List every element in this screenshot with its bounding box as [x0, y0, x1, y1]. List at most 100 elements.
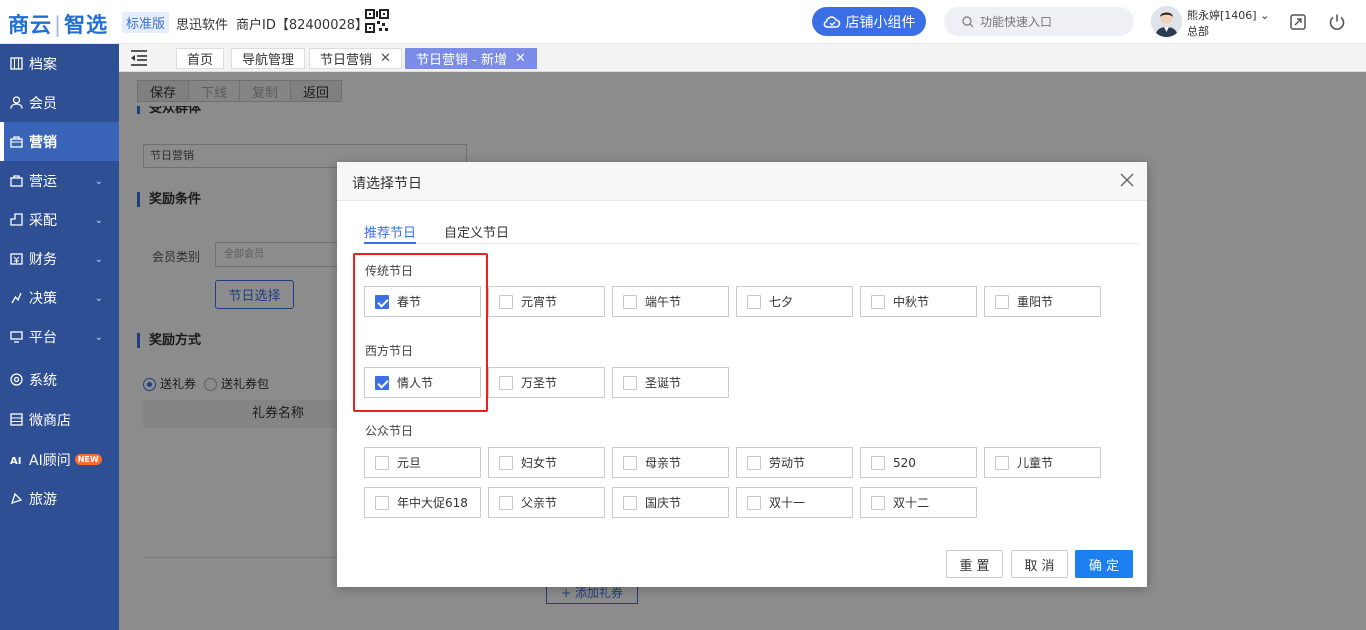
close-icon[interactable]: ✕ [515, 51, 526, 66]
close-icon[interactable]: ✕ [380, 51, 391, 66]
shop-icon [10, 413, 23, 426]
logo-text-left: 商云 [8, 13, 52, 37]
sidebar-item-label: 会员 [29, 95, 57, 112]
chevron-down-icon: ⌄ [94, 293, 103, 304]
sidebar-item-label: 微商店 [29, 412, 71, 429]
sidebar-item-shop[interactable]: 微商店 [0, 400, 119, 439]
holiday-option-mothers-day[interactable]: 母亲节 [612, 447, 729, 478]
checkbox[interactable] [871, 294, 885, 309]
avatar[interactable] [1151, 6, 1182, 37]
holiday-option-618[interactable]: 年中大促618 [364, 487, 481, 518]
checkbox[interactable] [375, 455, 389, 470]
tab-recommended-holidays[interactable]: 推荐节日 [364, 222, 417, 244]
chevron-down-icon: ⌄ [94, 215, 103, 226]
sidebar-item-label: AI顾问 [29, 452, 71, 469]
checkbox[interactable] [375, 375, 389, 390]
company-name: 思迅软件 [176, 18, 229, 33]
confirm-button[interactable]: 确 定 [1075, 550, 1133, 578]
chevron-down-icon: ⌄ [94, 332, 103, 343]
tab-holiday-marketing-new[interactable]: 节日营销 - 新增 ✕ [405, 48, 537, 69]
holiday-option-mid-autumn[interactable]: 中秋节 [860, 286, 977, 317]
search-input[interactable] [980, 14, 1120, 29]
sidebar-item-system[interactable]: 系统 [0, 360, 119, 399]
sidebar-item-operation[interactable]: 营运 ⌄ [0, 161, 119, 200]
holiday-option-christmas[interactable]: 圣诞节 [612, 367, 729, 398]
sidebar-item-label: 营销 [29, 134, 57, 151]
checkbox[interactable] [995, 294, 1009, 309]
sidebar-item-label: 系统 [29, 372, 57, 389]
brand-logo[interactable]: 商云|智选 [8, 9, 108, 39]
holiday-option-national-day[interactable]: 国庆节 [612, 487, 729, 518]
qrcode-icon[interactable] [365, 9, 389, 33]
sidebar-item-travel[interactable]: 旅游 [0, 479, 119, 518]
holiday-name: 春节 [397, 295, 422, 309]
power-icon[interactable] [1327, 12, 1347, 32]
sidebar-item-label: 决策 [29, 290, 57, 307]
user-name[interactable]: 熊永婷[1406] ⌄ [1187, 7, 1269, 23]
checkbox[interactable] [623, 375, 637, 390]
tab-holiday-marketing[interactable]: 节日营销 ✕ [309, 48, 402, 69]
tab-custom-holidays[interactable]: 自定义节日 [444, 222, 509, 244]
menu-collapse-icon[interactable] [129, 49, 149, 67]
sidebar-item-purchase[interactable]: 采配 ⌄ [0, 200, 119, 239]
holiday-option-childrens-day[interactable]: 儿童节 [984, 447, 1101, 478]
checkbox[interactable] [499, 375, 513, 390]
member-icon [10, 96, 23, 109]
checkbox[interactable] [871, 495, 885, 510]
holiday-option-labor-day[interactable]: 劳动节 [736, 447, 853, 478]
quick-search[interactable] [944, 7, 1134, 36]
holiday-option-dragon-boat[interactable]: 端午节 [612, 286, 729, 317]
holiday-option-lantern-festival[interactable]: 元宵节 [488, 286, 605, 317]
dialog-header: 请选择节日 [337, 162, 1147, 201]
tab-nav-management[interactable]: 导航管理 [231, 48, 306, 69]
holiday-option-double-twelve[interactable]: 双十二 [860, 487, 977, 518]
sidebar-item-ai-advisor[interactable]: AI AI顾问 NEW [0, 440, 119, 479]
checkbox[interactable] [499, 294, 513, 309]
checkbox[interactable] [375, 294, 389, 309]
checkbox[interactable] [747, 294, 761, 309]
holiday-option-womens-day[interactable]: 妇女节 [488, 447, 605, 478]
sidebar-item-archive[interactable]: 档案 [0, 44, 119, 83]
logo-separator: | [54, 13, 63, 37]
sidebar-item-label: 平台 [29, 329, 57, 346]
holiday-option-double-eleven[interactable]: 双十一 [736, 487, 853, 518]
holiday-option-qixi[interactable]: 七夕 [736, 286, 853, 317]
checkbox[interactable] [623, 495, 637, 510]
holiday-select-dialog: 请选择节日 推荐节日 自定义节日 传统节日 春节 元宵节 端午节 七夕 中秋节 … [337, 162, 1147, 587]
holiday-name: 520 [893, 455, 916, 470]
checkbox[interactable] [871, 455, 885, 470]
sidebar-item-member[interactable]: 会员 [0, 83, 119, 122]
fullscreen-icon[interactable] [1288, 12, 1308, 32]
checkbox[interactable] [747, 495, 761, 510]
cancel-button[interactable]: 取 消 [1011, 550, 1068, 578]
checkbox[interactable] [995, 455, 1009, 470]
ai-icon: AI [10, 456, 21, 466]
reset-button[interactable]: 重 置 [946, 550, 1003, 578]
sidebar-item-finance[interactable]: 财务 ⌄ [0, 239, 119, 278]
holiday-name: 情人节 [397, 376, 434, 390]
holiday-option-double-ninth[interactable]: 重阳节 [984, 286, 1101, 317]
holiday-option-new-year[interactable]: 元旦 [364, 447, 481, 478]
checkbox[interactable] [623, 294, 637, 309]
holiday-option-520[interactable]: 520 [860, 447, 977, 478]
checkbox[interactable] [499, 455, 513, 470]
store-widget-button[interactable]: 店铺小组件 [812, 7, 926, 36]
sidebar-item-platform[interactable]: 平台 ⌄ [0, 317, 119, 356]
search-icon [962, 15, 974, 27]
tab-home[interactable]: 首页 [176, 48, 225, 69]
holiday-name: 双十一 [769, 496, 806, 510]
holiday-option-spring-festival[interactable]: 春节 [364, 286, 481, 317]
operation-icon [10, 175, 23, 187]
checkbox[interactable] [375, 495, 389, 510]
checkbox[interactable] [747, 455, 761, 470]
holiday-option-halloween[interactable]: 万圣节 [488, 367, 605, 398]
holiday-option-fathers-day[interactable]: 父亲节 [488, 487, 605, 518]
group-label-traditional: 传统节日 [365, 264, 414, 278]
close-icon[interactable] [1119, 172, 1135, 188]
checkbox[interactable] [623, 455, 637, 470]
sidebar-item-marketing[interactable]: 营销 [0, 122, 119, 161]
holiday-option-valentines[interactable]: 情人节 [364, 367, 481, 398]
checkbox[interactable] [499, 495, 513, 510]
holiday-name: 劳动节 [769, 456, 806, 470]
sidebar-item-decision[interactable]: 决策 ⌄ [0, 278, 119, 317]
